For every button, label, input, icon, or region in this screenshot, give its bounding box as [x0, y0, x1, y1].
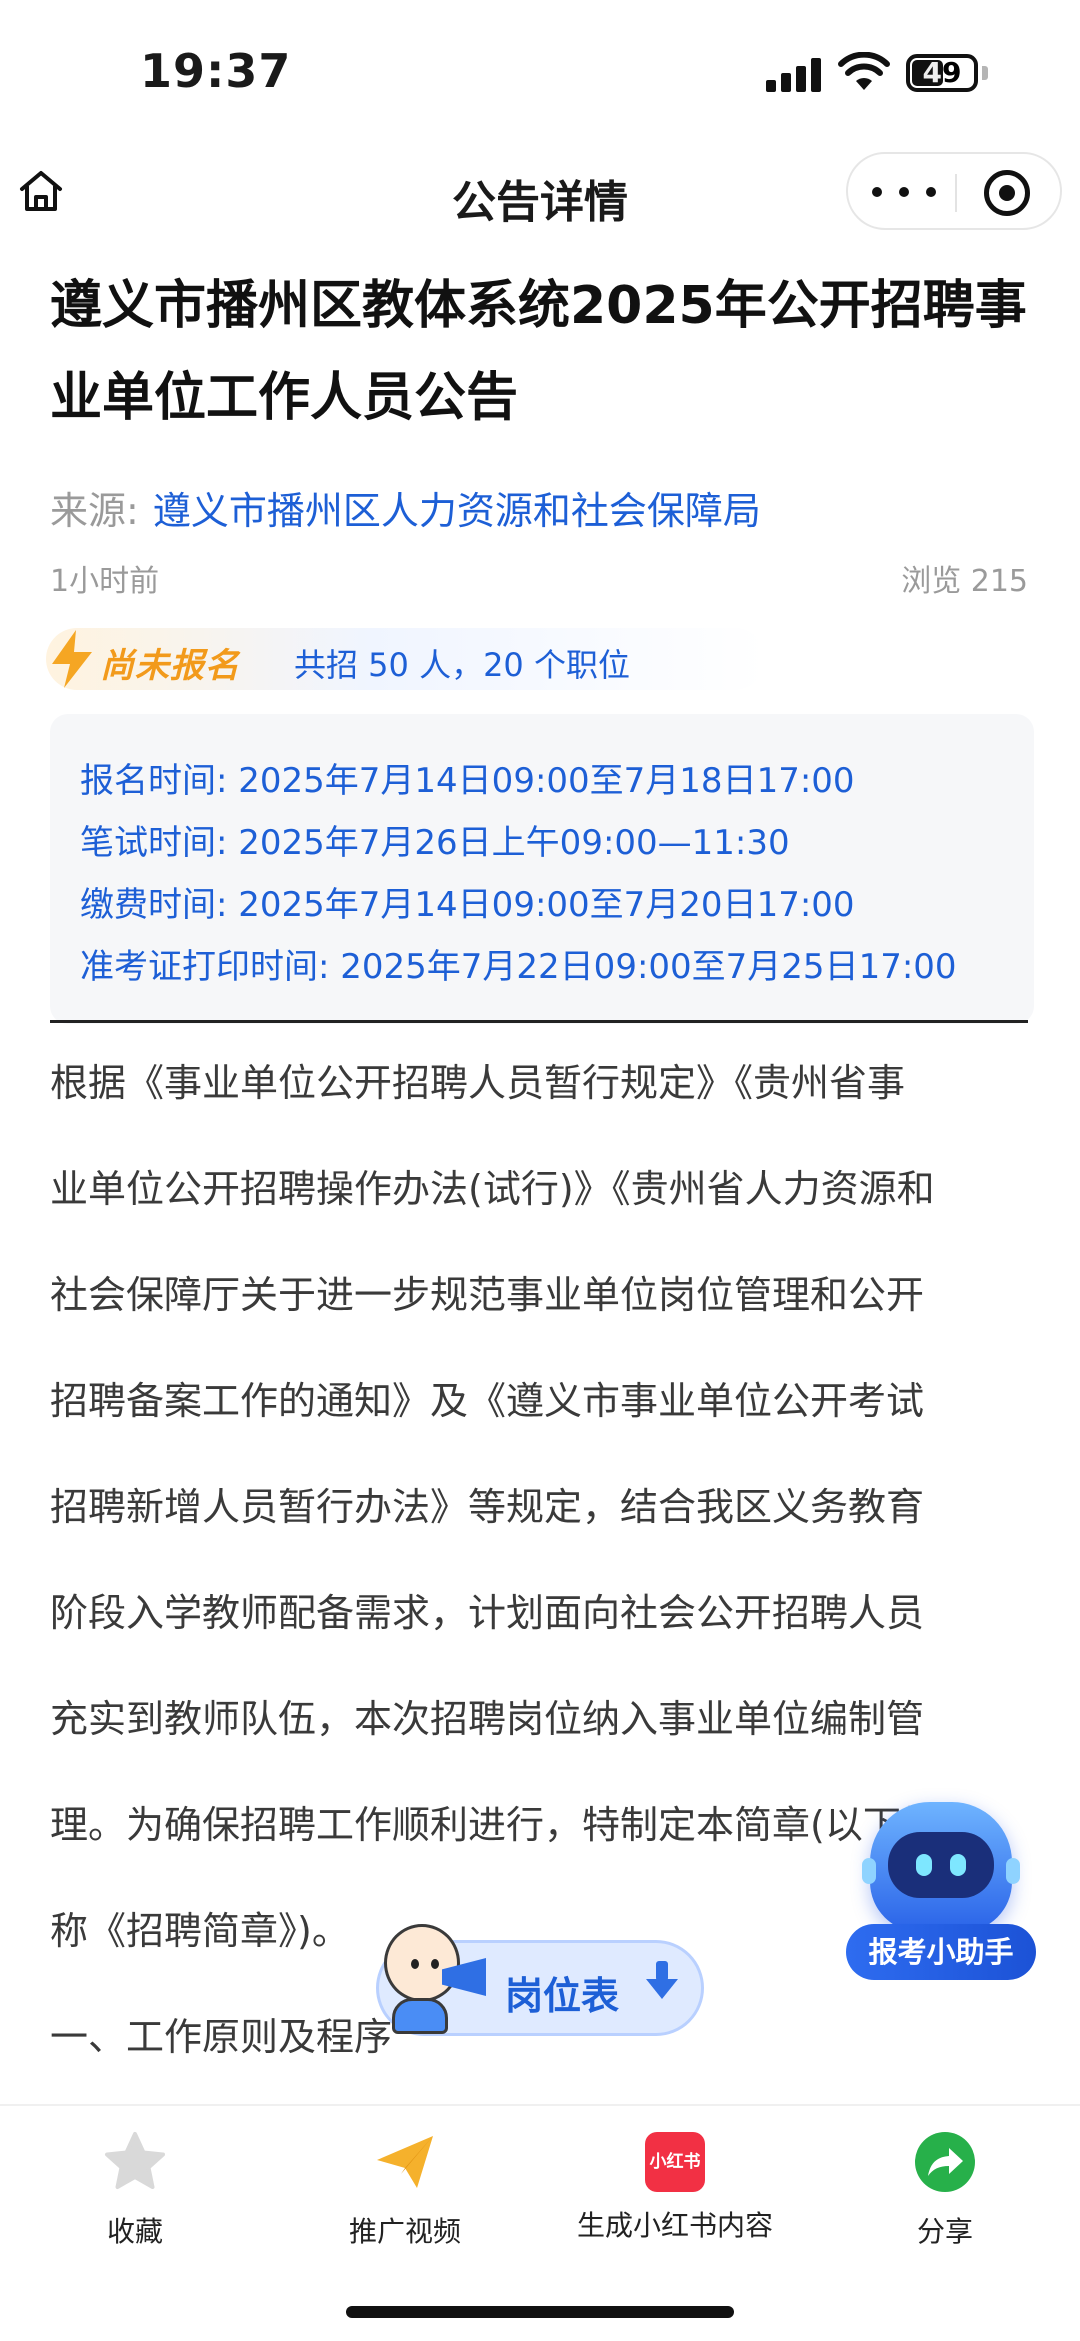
- close-mini-program-button[interactable]: [984, 170, 1030, 216]
- battery-level: 49: [922, 56, 962, 89]
- body-line: 充实到教师队伍，本次招聘岗位纳入事业单位编制管: [50, 1697, 925, 1741]
- body-line: 招聘备案工作的通知》及《遵义市事业单位公开考试: [50, 1379, 925, 1423]
- divider: [50, 1020, 1028, 1023]
- source-line: 来源: 遵义市播州区人力资源和社会保障局: [50, 480, 761, 535]
- lightning-icon: [52, 630, 92, 688]
- tab-label: 收藏: [106, 2215, 163, 2248]
- body-line: 社会保障厅关于进一步规范事业单位岗位管理和公开: [50, 1273, 925, 1317]
- wifi-icon: [838, 52, 890, 90]
- star-icon: [105, 2132, 165, 2189]
- status-time: 19:37: [140, 44, 292, 98]
- publish-time: 1小时前: [50, 564, 160, 599]
- recruit-summary: 共招 50 人，20 个职位: [294, 646, 630, 684]
- nav-bar: 公告详情: [0, 140, 1080, 240]
- body-line: 根据《事业单位公开招聘人员暂行规定》《贵州省事: [50, 1061, 906, 1105]
- schedule-box: 报名时间: 2025年7月14日09:00至7月18日17:00 笔试时间: 2…: [50, 714, 1034, 1024]
- source-link[interactable]: 遵义市播州区人力资源和社会保障局: [153, 489, 761, 533]
- tab-label: 分享: [916, 2215, 973, 2248]
- exam-assistant-button[interactable]: 报考小助手: [846, 1800, 1036, 1980]
- schedule-item: 缴费时间: 2025年7月14日09:00至7月20日17:00: [80, 885, 855, 925]
- more-button[interactable]: [872, 170, 936, 214]
- share-icon: [915, 2132, 975, 2192]
- status-bar: 19:37 49: [0, 0, 1080, 140]
- schedule-item: 准考证打印时间: 2025年7月22日09:00至7月25日17:00: [80, 947, 957, 987]
- tab-favorite[interactable]: 收藏: [0, 2130, 270, 2250]
- xiaohongshu-icon: 小红书: [645, 2132, 705, 2192]
- tab-label: 推广视频: [348, 2215, 461, 2248]
- more-dots-icon: [872, 187, 882, 197]
- tab-share[interactable]: 分享: [810, 2130, 1080, 2250]
- paper-plane-icon: [377, 2136, 433, 2188]
- mini-program-capsule: [846, 152, 1062, 230]
- tab-label: 生成小红书内容: [576, 2209, 773, 2242]
- capsule-divider: [955, 174, 957, 212]
- home-indicator[interactable]: [346, 2306, 734, 2318]
- body-line: 阶段入学教师配备需求，计划面向社会公开招聘人员: [50, 1591, 925, 1635]
- tab-xiaohongshu[interactable]: 小红书 生成小红书内容: [540, 2130, 810, 2244]
- assistant-label: 报考小助手: [846, 1924, 1036, 1980]
- source-label: 来源:: [50, 489, 139, 533]
- article-title: 遵义市播州区教体系统2025年公开招聘事业单位工作人员公告: [50, 276, 1027, 428]
- body-line: 业单位公开招聘操作办法(试行)》《贵州省人力资源和: [50, 1167, 935, 1211]
- schedule-item: 报名时间: 2025年7月14日09:00至7月18日17:00: [80, 761, 855, 801]
- schedule-item: 笔试时间: 2025年7月26日上午09:00—11:30: [80, 823, 790, 863]
- view-count: 浏览 215: [901, 564, 1028, 599]
- tab-promo-video[interactable]: 推广视频: [270, 2130, 540, 2250]
- body-line: 招聘新增人员暂行办法》等规定，结合我区义务教育: [50, 1485, 925, 1529]
- job-table-label: 岗位表: [505, 1974, 620, 2018]
- target-close-icon: [999, 185, 1015, 201]
- registration-status-strip: 尚未报名 共招 50 人，20 个职位: [46, 628, 766, 690]
- status-badge: 尚未报名: [100, 646, 240, 686]
- robot-icon: [862, 1802, 1020, 1932]
- battery-icon: 49: [906, 54, 978, 92]
- arrow-down-icon: [646, 1961, 678, 1999]
- cellular-signal-icon: [766, 58, 822, 92]
- battery-cap: [982, 66, 988, 80]
- mascot-icon: [378, 1916, 488, 2036]
